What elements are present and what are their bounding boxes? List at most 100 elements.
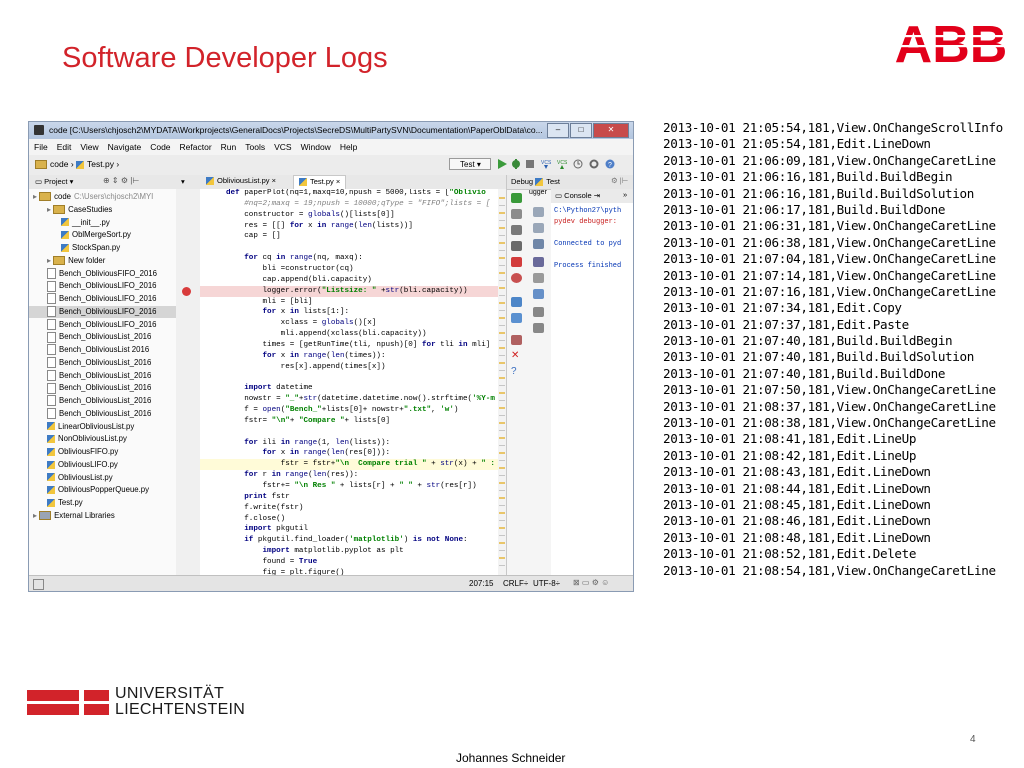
print-icon[interactable] <box>533 273 544 283</box>
code-line: fstr= "\n"+ "Compare "+ lists[0] <box>226 416 391 425</box>
console-tab[interactable]: ▭ Console ⇥ <box>555 191 600 200</box>
tree-item-label: Bench_ObliviousList_2016 <box>59 370 152 380</box>
tree-item[interactable]: Bench_ObliviousList_2016 <box>29 395 190 407</box>
file-icon <box>47 293 56 305</box>
tree-item[interactable]: ObliviousFIFO.py <box>29 446 190 458</box>
tree-item[interactable]: ObliviousPopperQueue.py <box>29 484 190 496</box>
breadcrumb-root[interactable]: code <box>50 159 68 169</box>
tree-item[interactable]: Bench_ObliviousList 2016 <box>29 344 190 356</box>
resume-icon[interactable] <box>511 193 522 203</box>
toggle-tool-windows-icon[interactable] <box>33 579 44 590</box>
menu-item-help[interactable]: Help <box>340 142 357 152</box>
menu-item-edit[interactable]: Edit <box>57 142 72 152</box>
tree-item[interactable]: ▸ CaseStudies <box>29 204 190 216</box>
pin-icon[interactable] <box>511 335 522 345</box>
tree-item[interactable]: Bench_ObliviousList_2016 <box>29 331 190 343</box>
menu-item-view[interactable]: View <box>80 142 98 152</box>
project-tool-tab[interactable]: ▭ Project ▾ <box>35 177 73 186</box>
filter-icon[interactable] <box>533 323 544 333</box>
layout-icon[interactable] <box>511 297 522 307</box>
python-file-icon <box>47 498 55 507</box>
file-icon <box>47 382 56 394</box>
menu-item-run[interactable]: Run <box>221 142 237 152</box>
tree-item[interactable]: LinearObliviousList.py <box>29 421 190 433</box>
mute-breakpoints-icon[interactable] <box>511 273 522 283</box>
clear-icon[interactable] <box>533 289 544 299</box>
vcs-update-icon[interactable]: VCS <box>541 159 551 169</box>
help-icon[interactable]: ? <box>605 159 615 169</box>
console-output[interactable]: C:\Python27\pyth pydev debugger: Connected… <box>551 203 633 575</box>
menu-item-file[interactable]: File <box>34 142 48 152</box>
breakpoint-icon[interactable] <box>182 287 191 296</box>
tree-item[interactable]: ObliviousLIFO.py <box>29 459 190 471</box>
close-debug-icon[interactable]: ✕ <box>511 351 522 361</box>
close-button[interactable]: ✕ <box>593 123 629 138</box>
breadcrumb-file[interactable]: Test.py <box>87 159 114 169</box>
code-line: cap.append(bli.capacity) <box>226 275 372 284</box>
tree-item[interactable]: ▸ New folder <box>29 255 190 267</box>
menu-item-refactor[interactable]: Refactor <box>180 142 212 152</box>
tree-item[interactable]: ▸ External Libraries <box>29 510 176 522</box>
log-entry: 2013-10-01 21:08:54,181,View.OnChangeCar… <box>663 562 996 578</box>
menu-item-code[interactable]: Code <box>150 142 170 152</box>
debug-toolbar-left: ✕ ? <box>507 189 527 575</box>
console-tab-more[interactable]: » <box>623 190 627 199</box>
code-line: print fstr <box>244 492 290 501</box>
file-icon <box>47 306 56 318</box>
tab-list-icon[interactable]: ▾ <box>181 177 185 186</box>
tree-item[interactable]: NonObliviousList.py <box>29 433 190 445</box>
editor-scroll-marks[interactable] <box>498 189 506 575</box>
up-arrow-icon[interactable] <box>533 207 544 217</box>
view-breakpoints-icon[interactable] <box>511 257 522 267</box>
tree-item[interactable]: Bench_ObliviousFIFO_2016 <box>29 267 190 280</box>
tree-item-label: StockSpan.py <box>72 243 121 252</box>
tree-item[interactable]: Bench_ObliviousLIFO_2016 <box>29 305 190 318</box>
menu-item-window[interactable]: Window <box>301 142 331 152</box>
file-encoding[interactable]: UTF-8÷ <box>533 579 560 588</box>
console-active-icon[interactable] <box>533 257 544 267</box>
stop-icon[interactable] <box>525 159 535 169</box>
pause-icon[interactable] <box>511 209 522 219</box>
tree-item-label: Bench_ObliviousList_2016 <box>59 383 152 393</box>
menu-item-tools[interactable]: Tools <box>245 142 265 152</box>
status-icons[interactable]: ⊠ ▭ ⚙ ☺ <box>573 578 609 587</box>
soft-wrap-icon[interactable] <box>533 239 544 249</box>
tree-item[interactable]: Test.py <box>29 497 190 509</box>
tree-item[interactable]: Bench_ObliviousList_2016 <box>29 369 190 382</box>
debug-icon[interactable] <box>511 159 521 169</box>
copy-icon[interactable] <box>533 307 544 317</box>
menu-item-navigate[interactable]: Navigate <box>108 142 142 152</box>
settings-debug-icon[interactable] <box>511 313 522 323</box>
debug-panel-controls[interactable]: ⚙ |⊢ <box>611 176 628 185</box>
settings-icon[interactable] <box>589 159 599 169</box>
tree-item[interactable]: ▸ code C:\Users\chjosch2\MYI <box>29 191 176 203</box>
tree-item[interactable]: Bench_ObliviousLIFO_2016 <box>29 293 190 305</box>
caret-position[interactable]: 207:15 <box>469 579 493 588</box>
vcs-commit-icon[interactable]: VCS <box>557 159 567 169</box>
maximize-button[interactable]: □ <box>570 123 592 138</box>
tree-item[interactable]: Bench_ObliviousList_2016 <box>29 408 190 420</box>
debug-header: Debug Test ⚙ |⊢ <box>507 175 633 190</box>
tree-item[interactable]: Bench_ObliviousList_2016 <box>29 382 190 394</box>
history-icon[interactable] <box>573 159 583 169</box>
project-toolbar-icons[interactable]: ⊕ ⇕ ⚙ |⊢ <box>103 176 139 185</box>
navigation-bar: code › Test.py › Test ▾ VCS VCS ? <box>29 155 633 176</box>
help-debug-icon[interactable]: ? <box>511 367 522 377</box>
line-separator[interactable]: CRLF÷ <box>503 579 528 588</box>
down-arrow-icon[interactable] <box>533 223 544 233</box>
minimize-button[interactable]: – <box>547 123 569 138</box>
code-editor[interactable]: def paperPlot(nq=1,maxq=10,npush = 5000,… <box>200 189 498 575</box>
stop-debug-icon[interactable] <box>511 225 522 235</box>
tree-item[interactable]: Bench_ObliviousLIFO_2016 <box>29 318 190 331</box>
python-file-icon <box>61 243 69 252</box>
menu-item-vcs[interactable]: VCS <box>274 142 291 152</box>
step-icon[interactable] <box>511 241 522 251</box>
tab-obliviouslist[interactable]: ObliviousList.py × <box>201 175 281 190</box>
debugger-tab[interactable]: ugger <box>529 189 547 196</box>
run-config-select[interactable]: Test ▾ <box>449 158 491 170</box>
tree-item[interactable]: ObliviousList.py <box>29 472 190 484</box>
tree-item[interactable]: Bench_ObliviousLIFO_2016 <box>29 280 190 292</box>
code-line: fig = plt.figure() <box>226 568 345 575</box>
tree-item[interactable]: Bench_ObliviousList_2016 <box>29 357 190 369</box>
run-icon[interactable] <box>497 159 507 169</box>
